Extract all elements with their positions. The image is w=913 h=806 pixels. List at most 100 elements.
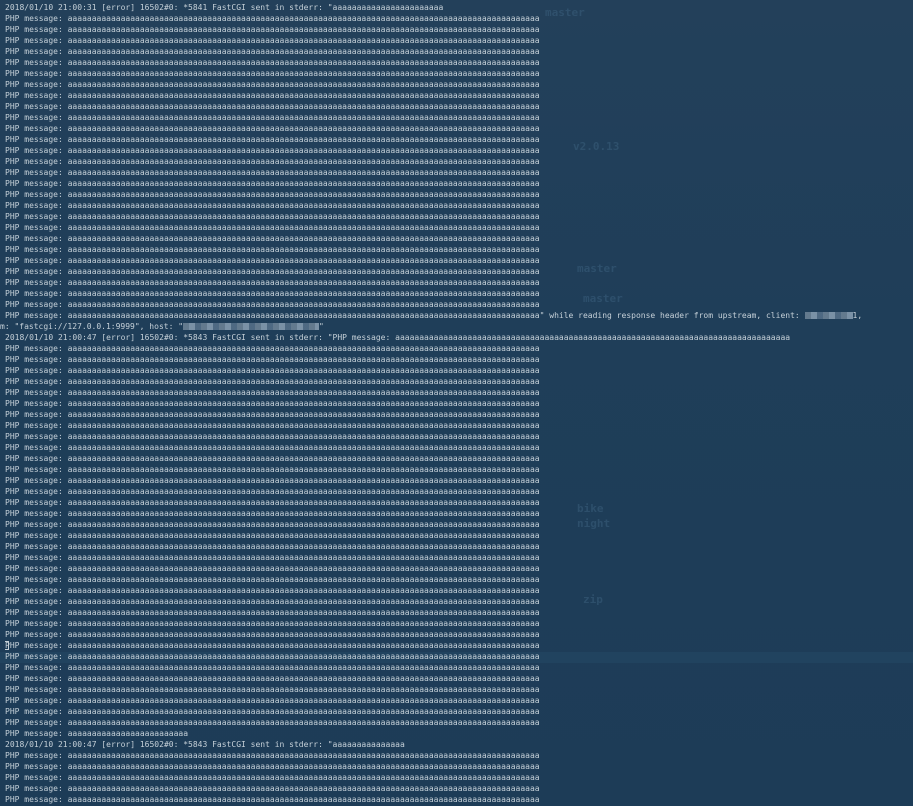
- log-line-text: PHP message: aaaaaaaaaaaaaaaaaaaaaaaaaaa…: [5, 300, 540, 309]
- log-line: PHP message: aaaaaaaaaaaaaaaaaaaaaaaaaaa…: [5, 431, 910, 442]
- log-line: PHP message: aaaaaaaaaaaaaaaaaaaaaaaaaaa…: [5, 255, 910, 266]
- log-line: PHP message: aaaaaaaaaaaaaaaaaaaaaaaaaaa…: [5, 552, 910, 563]
- log-line-text: PHP message: aaaaaaaaaaaaaaaaaaaaaaaaaaa…: [5, 674, 540, 683]
- log-line: PHP message: aaaaaaaaaaaaaaaaaaaaaaaaaaa…: [5, 453, 910, 464]
- log-output[interactable]: 2018/01/10 21:00:31 [error] 16502#0: *58…: [0, 2, 910, 805]
- log-line-text: PHP message: aaaaaaaaaaaaaaaaaaaaaaaaaaa…: [5, 663, 540, 672]
- log-line: PHP message: aaaaaaaaaaaaaaaaaaaaaaaaaaa…: [5, 376, 910, 387]
- log-line-text: PHP message: aaaaaaaaaaaaaaaaaaaaaaaaaaa…: [5, 201, 540, 210]
- log-line-text: PHP message: aaaaaaaaaaaaaaaaaaaaaaaaaaa…: [5, 520, 540, 529]
- log-line-text: PHP message: aaaaaaaaaaaaaaaaaaaaaaaaaaa…: [5, 762, 540, 771]
- log-line-text: PHP message: aaaaaaaaaaaaaaaaaaaaaaaaaaa…: [5, 652, 540, 661]
- log-line-text: 2018/01/10 21:00:47 [error] 16502#0: *58…: [5, 740, 405, 749]
- log-line: PHP message: aaaaaaaaaaaaaaaaaaaaaaaaaaa…: [5, 112, 910, 123]
- log-line: PHP message: aaaaaaaaaaaaaaaaaaaaaaaaaaa…: [5, 189, 910, 200]
- log-line-text: PHP message: aaaaaaaaaaaaaaaaaaaaaaaaaaa…: [5, 25, 540, 34]
- log-line-text: PHP message: aaaaaaaaaaaaaaaaaaaaaaaaaaa…: [5, 36, 540, 45]
- log-line-text: PHP message: aaaaaaaaaaaaaaaaaaaaaaaaaaa…: [5, 102, 540, 111]
- log-line-text: PHP message: aaaaaaaaaaaaaaaaaaaaaaaaaaa…: [5, 135, 540, 144]
- log-line-text: PHP message: aaaaaaaaaaaaaaaaaaaaaaaaaaa…: [5, 47, 540, 56]
- log-line: PHP message: aaaaaaaaaaaaaaaaaaaaaaaaaaa…: [5, 640, 910, 651]
- log-line: PHP message: aaaaaaaaaaaaaaaaaaaaaaaaaaa…: [5, 420, 910, 431]
- log-line: PHP message: aaaaaaaaaaaaaaaaaaaaaaaaaaa…: [5, 629, 910, 640]
- log-line-text: PHP message: aaaaaaaaaaaaaaaaaaaaaaaaaaa…: [5, 388, 540, 397]
- log-line-text: m: "fastcgi://127.0.0.1:9999", host: ": [0, 322, 184, 331]
- log-line-text: PHP message: aaaaaaaaaaaaaaaaaaaaaaaaaaa…: [5, 597, 540, 606]
- log-line-text: PHP message: aaaaaaaaaaaaaaaaaaaaaaaaaaa…: [5, 146, 540, 155]
- log-line: PHP message: aaaaaaaaaaaaaaaaaaaaaaaaaaa…: [5, 13, 910, 24]
- log-line-text: PHP message: aaaaaaaaaaaaaaaaaaaaaaaaaaa…: [5, 751, 540, 760]
- log-line-text: PHP message: aaaaaaaaaaaaaaaaaaaaaaaaaaa…: [5, 487, 540, 496]
- log-line-suffix: 1,: [852, 311, 863, 320]
- log-line-text: PHP message: aaaaaaaaaaaaaaaaaaaaaaaaaaa…: [5, 91, 540, 100]
- log-line-text: PHP message: aaaaaaaaaaaaaaaaaaaaaaaaaaa…: [5, 586, 540, 595]
- redacted-value: [183, 323, 320, 330]
- log-line: PHP message: aaaaaaaaaaaaaaaaaaaaaaaaaaa…: [5, 783, 910, 794]
- log-line: PHP message: aaaaaaaaaaaaaaaaaaaaaaaaaaa…: [5, 167, 910, 178]
- log-line-text: PHP message: aaaaaaaaaaaaaaaaaaaaaaaaaaa…: [5, 421, 540, 430]
- log-line: PHP message: aaaaaaaaaaaaaaaaaaaaaaaaaaa…: [5, 442, 910, 453]
- error-log-line: 2018/01/10 21:00:31 [error] 16502#0: *58…: [5, 2, 910, 13]
- log-line-text: PHP message: aaaaaaaaaaaaaaaaaaaaaaaaaaa…: [5, 14, 540, 23]
- log-line: PHP message: aaaaaaaaaaaaaaaaaaaaaaaaaaa…: [5, 541, 910, 552]
- text-cursor: [5, 641, 9, 650]
- log-line: PHP message: aaaaaaaaaaaaaaaaaaaaaaaaaaa…: [5, 684, 910, 695]
- error-log-line: 2018/01/10 21:00:47 [error] 16502#0: *58…: [5, 739, 910, 750]
- log-line: PHP message: aaaaaaaaaaaaaaaaaaaaaaaaaaa…: [5, 266, 910, 277]
- log-line-text: PHP message: aaaaaaaaaaaaaaaaaaaaaaaaaaa…: [5, 531, 540, 540]
- redacted-value: [804, 312, 853, 319]
- log-line-text: PHP message: aaaaaaaaaaaaaaaaaaaaaaaaaaa…: [5, 454, 540, 463]
- log-line-text: PHP message: aaaaaaaaaaaaaaaaaaaaaaaaaaa…: [5, 718, 540, 727]
- log-line-text: PHP message: aaaaaaaaaaaaaaaaaaaaaaaaaaa…: [5, 267, 540, 276]
- log-line-suffix: ": [319, 322, 324, 331]
- log-line: PHP message: aaaaaaaaaaaaaaaaaaaaaaaaaaa…: [5, 717, 910, 728]
- log-line: PHP message: aaaaaaaaaaaaaaaaaaaaaaaaaaa…: [5, 90, 910, 101]
- log-line: PHP message: aaaaaaaaaaaaaaaaaaaaaaaaaaa…: [5, 134, 910, 145]
- log-line-text: PHP message: aaaaaaaaaaaaaaaaaaaaaaaaaaa…: [5, 212, 540, 221]
- log-line: PHP message: aaaaaaaaaaaaaaaaaaaaaaaaaaa…: [5, 79, 910, 90]
- log-line-text: PHP message: aaaaaaaaaaaaaaaaaaaaaaaaaaa…: [5, 113, 540, 122]
- log-line: PHP message: aaaaaaaaaaaaaaaaaaaaaaaaaaa…: [5, 288, 910, 299]
- log-line-text: PHP message: aaaaaaaaaaaaaaaaaaaaaaaaaaa…: [5, 784, 540, 793]
- log-line-text: PHP message: aaaaaaaaaaaaaaaaaaaaaaaaaaa…: [5, 179, 540, 188]
- log-line-text: PHP message: aaaaaaaaaaaaaaaaaaaaaaaaaaa…: [5, 498, 540, 507]
- log-line: PHP message: aaaaaaaaaaaaaaaaaaaaaaaaaaa…: [5, 409, 910, 420]
- log-line: PHP message: aaaaaaaaaaaaaaaaaaaaaaaaaaa…: [5, 299, 910, 310]
- log-line-text: PHP message: aaaaaaaaaaaaaaaaaaaaaaaaaaa…: [5, 377, 540, 386]
- log-line-text: PHP message: aaaaaaaaaaaaaaaaaaaaaaaaaaa…: [5, 157, 540, 166]
- log-line: PHP message: aaaaaaaaaaaaaaaaaaaaaaaaaaa…: [5, 387, 910, 398]
- log-line-text: PHP message: aaaaaaaaaaaaaaaaaaaaaaaaaaa…: [5, 234, 540, 243]
- log-line: PHP message: aaaaaaaaaaaaaaaaaaaaaaaaaaa…: [5, 244, 910, 255]
- error-log-line: 2018/01/10 21:00:47 [error] 16502#0: *58…: [5, 332, 910, 343]
- log-line-text: PHP message: aaaaaaaaaaaaaaaaaaaaaaaaaaa…: [5, 168, 540, 177]
- log-line-text: PHP message: aaaaaaaaaaaaaaaaaaaaaaaaaaa…: [5, 696, 540, 705]
- log-line: PHP message: aaaaaaaaaaaaaaaaaaaaaaaaaaa…: [5, 35, 910, 46]
- log-line: PHP message: aaaaaaaaaaaaaaaaaaaaaaaaaaa…: [5, 596, 910, 607]
- log-line: PHP message: aaaaaaaaaaaaaaaaaaaaaaaaaaa…: [5, 343, 910, 354]
- log-line: PHP message: aaaaaaaaaaaaaaaaaaaaaaaaaaa…: [5, 794, 910, 805]
- log-line-text: PHP message: aaaaaaaaaaaaaaaaaaaaaaaaaaa…: [5, 432, 540, 441]
- log-line: PHP message: aaaaaaaaaaaaaaaaaaaaaaaaaaa…: [5, 233, 910, 244]
- log-line: PHP message: aaaaaaaaaaaaaaaaaaaaaaaaaaa…: [5, 46, 910, 57]
- log-line: PHP message: aaaaaaaaaaaaaaaaaaaaaaaaaaa…: [5, 57, 910, 68]
- log-line-text: PHP message: aaaaaaaaaaaaaaaaaaaaaaaaaaa…: [5, 410, 540, 419]
- log-line-text: PHP message: aaaaaaaaaaaaaaaaaaaaaaaaaaa…: [5, 190, 540, 199]
- log-line: PHP message: aaaaaaaaaaaaaaaaaaaaaaaaaaa…: [5, 651, 910, 662]
- log-line-text: PHP message: aaaaaaaaaaaaaaaaaaaaaaaaaaa…: [5, 465, 540, 474]
- log-line: PHP message: aaaaaaaaaaaaaaaaaaaaaaaaaaa…: [5, 750, 910, 761]
- log-line: PHP message: aaaaaaaaaaaaaaaaaaaaaaaaaaa…: [5, 464, 910, 475]
- log-line-text: PHP message: aaaaaaaaaaaaaaaaaaaaaaaaaaa…: [5, 278, 540, 287]
- log-line-text: PHP message: aaaaaaaaaaaaaaaaaaaaaaaaaaa…: [5, 344, 540, 353]
- log-line-text: PHP message: aaaaaaaaaaaaaaaaaaaaaaaaaaa…: [5, 223, 540, 232]
- log-line-text: PHP message: aaaaaaaaaaaaaaaaaaaaaaaaaaa…: [5, 245, 540, 254]
- log-line-text: PHP message: aaaaaaaaaaaaaaaaaaaaaaaaaaa…: [5, 608, 540, 617]
- log-line: PHP message: aaaaaaaaaaaaaaaaaaaaaaaaaaa…: [5, 530, 910, 541]
- terminal-window[interactable]: master v2.0.13 master master bike night …: [0, 0, 913, 806]
- log-line-text: PHP message: aaaaaaaaaaaaaaaaaaaaaaaaa: [5, 729, 189, 738]
- log-line-text: PHP message: aaaaaaaaaaaaaaaaaaaaaaaaaaa…: [5, 509, 540, 518]
- log-line: PHP message: aaaaaaaaaaaaaaaaaaaaaaaaaaa…: [5, 508, 910, 519]
- log-line: PHP message: aaaaaaaaaaaaaaaaaaaaaaaaaaa…: [5, 211, 910, 222]
- log-line-text: PHP message: aaaaaaaaaaaaaaaaaaaaaaaaaaa…: [5, 355, 540, 364]
- log-line-text: PHP message: aaaaaaaaaaaaaaaaaaaaaaaaaaa…: [5, 553, 540, 562]
- log-line: PHP message: aaaaaaaaaaaaaaaaaaaaaaaaaaa…: [5, 563, 910, 574]
